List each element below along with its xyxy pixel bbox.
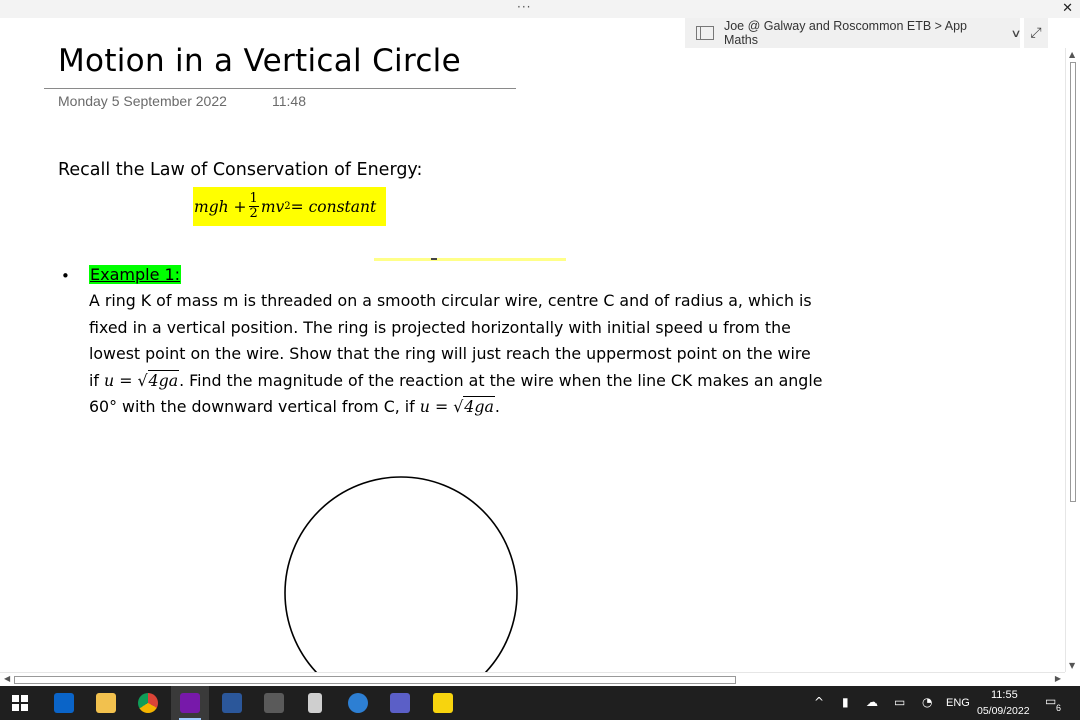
- problem-line-5: 60° with the downward vertical from C, i…: [89, 394, 834, 421]
- problem-line-3: lowest point on the wire. Show that the …: [89, 344, 811, 363]
- page-title[interactable]: Motion in a Vertical Circle: [58, 43, 461, 79]
- title-divider: [44, 88, 516, 89]
- horizontal-scrollbar[interactable]: ◀ ▶: [0, 672, 1065, 686]
- windows-start-icon[interactable]: [12, 695, 28, 711]
- notebook-icon: [696, 26, 714, 40]
- notebook-breadcrumb[interactable]: Joe @ Galway and Roscommon ETB > App Mat…: [685, 18, 1022, 48]
- page-date: Monday 5 September 2022: [58, 93, 227, 109]
- microphone-icon[interactable]: ▮: [842, 695, 849, 709]
- problem-line-1: A ring K of mass m is threaded on a smoo…: [89, 291, 812, 310]
- outlook-icon[interactable]: [54, 693, 74, 713]
- fraction-denominator: 2: [249, 206, 258, 221]
- math-radicand: 4ga: [147, 369, 180, 390]
- problem-text[interactable]: A ring K of mass m is threaded on a smoo…: [89, 288, 834, 421]
- math-u: u: [419, 397, 430, 416]
- notification-icon[interactable]: ▭: [1045, 694, 1056, 708]
- example-label[interactable]: Example 1:: [89, 265, 182, 284]
- circle-shape: [284, 476, 518, 672]
- calculator-icon[interactable]: [264, 693, 284, 713]
- line5-pre: 60° with the downward vertical from C, i…: [89, 397, 420, 416]
- vertical-scrollbar[interactable]: ▲ ▼: [1065, 48, 1080, 672]
- word-icon[interactable]: [222, 693, 242, 713]
- tray-time[interactable]: 11:55: [991, 689, 1018, 701]
- scroll-down-icon[interactable]: ▼: [1069, 661, 1075, 670]
- problem-line-4: if u = √4ga. Find the magnitude of the r…: [89, 368, 834, 395]
- formula-fraction: 1 2: [248, 191, 259, 221]
- math-equals: =: [429, 397, 454, 416]
- vertical-circle-drawing[interactable]: [280, 472, 522, 672]
- more-options-dots[interactable]: ···: [517, 0, 531, 14]
- chrome-icon[interactable]: [138, 693, 158, 713]
- recall-text[interactable]: Recall the Law of Conservation of Energy…: [58, 160, 422, 180]
- cloud-icon[interactable]: ☁: [866, 695, 878, 709]
- expand-icon[interactable]: ⤢: [1024, 18, 1048, 48]
- sticky-notes-icon[interactable]: [433, 693, 453, 713]
- formula-mid: mv: [260, 197, 285, 216]
- taskbar: ^ ▮ ☁ ▭ ◔ ENG 11:55 05/09/2022 ▭ 6: [0, 686, 1080, 720]
- phone-icon[interactable]: [308, 693, 322, 713]
- sqrt-icon: √: [137, 370, 148, 390]
- wifi-icon[interactable]: ◔: [922, 695, 932, 709]
- highlight-fragment: [374, 258, 566, 261]
- language-indicator[interactable]: ENG: [946, 697, 970, 709]
- scroll-left-icon[interactable]: ◀: [4, 674, 10, 683]
- close-icon[interactable]: ✕: [1062, 1, 1073, 16]
- horizontal-scroll-thumb[interactable]: [14, 676, 736, 684]
- tray-date[interactable]: 05/09/2022: [977, 705, 1030, 717]
- battery-icon[interactable]: ▭: [894, 695, 905, 709]
- sqrt-icon: √: [453, 397, 464, 416]
- edge-legacy-icon[interactable]: [348, 693, 368, 713]
- formula-right: = constant: [290, 197, 377, 216]
- scroll-right-icon[interactable]: ▶: [1055, 674, 1061, 683]
- math-radicand: 4ga: [463, 396, 495, 416]
- file-explorer-icon[interactable]: [96, 693, 116, 713]
- line5-post: .: [494, 397, 500, 416]
- chevron-down-icon[interactable]: ∨: [1010, 27, 1021, 40]
- math-equals: =: [114, 370, 138, 390]
- math-u: u: [103, 370, 115, 390]
- line4-post: . Find the magnitude of the reaction at …: [179, 370, 823, 390]
- window-top-bar: ··· ✕: [0, 0, 1080, 18]
- line4-pre: if: [89, 370, 104, 390]
- chevron-up-icon[interactable]: ^: [814, 695, 824, 709]
- page-time: 11:48: [272, 93, 306, 109]
- fraction-numerator: 1: [248, 191, 259, 207]
- formula-left: mgh +: [194, 197, 247, 216]
- list-bullet: •: [61, 267, 70, 285]
- teams-icon[interactable]: [390, 693, 410, 713]
- notification-count: 6: [1056, 703, 1062, 713]
- problem-line-2: fixed in a vertical position. The ring i…: [89, 317, 791, 337]
- energy-formula[interactable]: mgh + 1 2 mv 2 = constant: [193, 187, 386, 226]
- ink-mark: [431, 258, 437, 260]
- notebook-path: Joe @ Galway and Roscommon ETB > App Mat…: [723, 19, 967, 47]
- vertical-scroll-thumb[interactable]: [1070, 62, 1076, 502]
- scroll-up-icon[interactable]: ▲: [1069, 50, 1075, 59]
- onenote-icon[interactable]: [180, 693, 200, 713]
